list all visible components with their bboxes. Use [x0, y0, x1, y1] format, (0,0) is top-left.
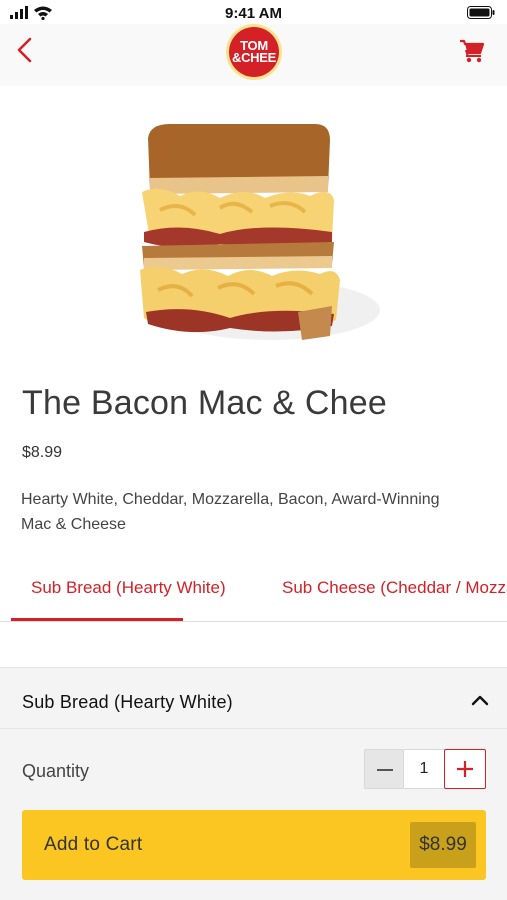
- back-button[interactable]: [14, 36, 38, 64]
- logo-text-bottom: &CHEE: [231, 50, 276, 65]
- battery-icon: [467, 6, 495, 24]
- cart-icon: [460, 39, 485, 63]
- nav-bar: TOM &CHEE: [0, 24, 507, 86]
- chevron-left-icon: [17, 37, 32, 63]
- product-description: Hearty White, Cheddar, Mozzarella, Bacon…: [21, 491, 440, 533]
- add-to-cart-button[interactable]: Add to Cart $8.99: [22, 810, 486, 880]
- chevron-up-icon[interactable]: [471, 694, 489, 706]
- option-tabs: Sub Bread (Hearty White) Sub Cheese (Che…: [0, 566, 507, 622]
- logo-mark: TOM &CHEE: [229, 27, 279, 77]
- product-image: [120, 100, 390, 370]
- quantity-stepper: 1: [364, 749, 486, 789]
- minus-icon: [377, 769, 393, 771]
- brand-logo: TOM &CHEE: [226, 24, 282, 80]
- section-header[interactable]: Sub Bread (Hearty White): [0, 667, 507, 729]
- add-to-cart-label: Add to Cart: [44, 834, 143, 855]
- quantity-label: Quantity: [22, 761, 90, 781]
- section-title: Sub Bread (Hearty White): [22, 692, 233, 712]
- quantity-value[interactable]: 1: [404, 749, 444, 789]
- product-price: $8.99: [22, 444, 63, 461]
- cart-button[interactable]: [459, 38, 485, 64]
- plus-icon: [457, 761, 473, 777]
- decrement-button[interactable]: [364, 749, 404, 789]
- increment-button[interactable]: [444, 749, 486, 789]
- product-title: The Bacon Mac & Chee: [22, 384, 387, 422]
- status-bar: 9:41 AM: [0, 0, 507, 24]
- status-time: 9:41 AM: [225, 5, 282, 22]
- tab-sub-cheese[interactable]: Sub Cheese (Cheddar / Mozzarella): [282, 578, 507, 598]
- order-panel: Quantity 1 Add to Cart $8.99: [0, 729, 507, 900]
- add-to-cart-price: $8.99: [410, 822, 476, 868]
- active-tab-indicator: [11, 618, 183, 621]
- tab-sub-bread[interactable]: Sub Bread (Hearty White): [31, 578, 226, 598]
- section-spacer: [0, 623, 507, 667]
